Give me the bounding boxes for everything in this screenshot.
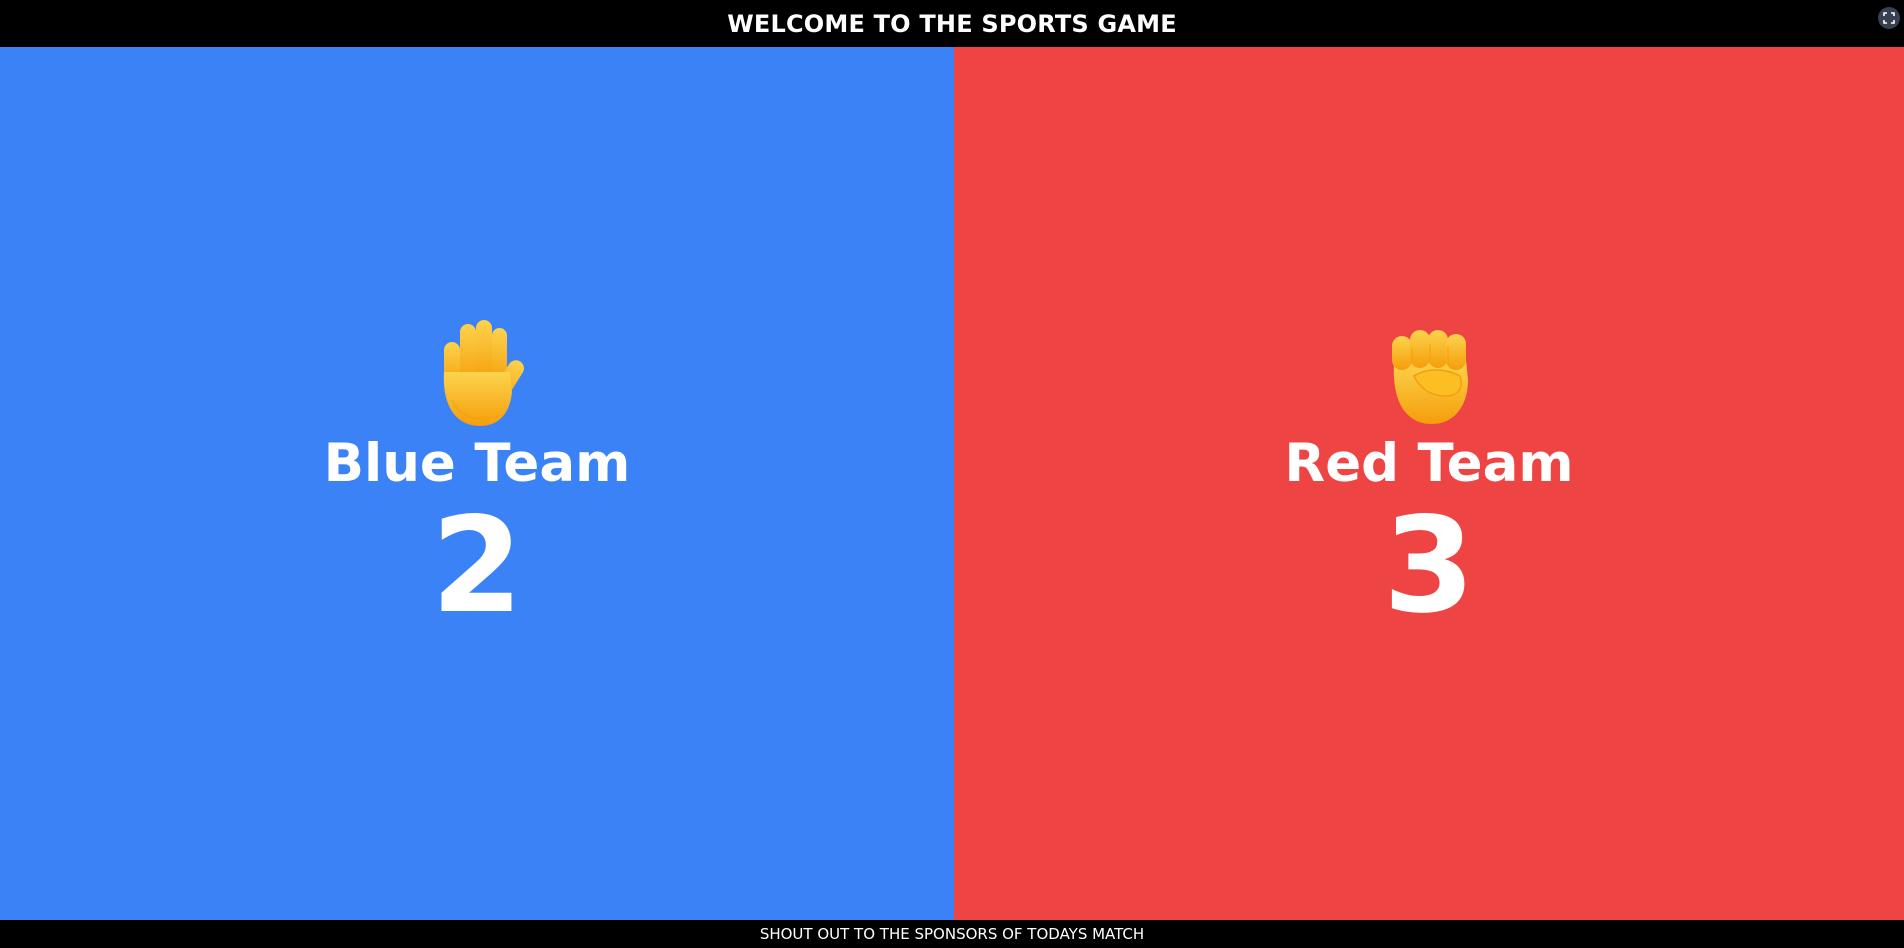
team-panels: Blue Team 2 Red Team 3 [0,47,1904,920]
team-name: Red Team [1284,432,1574,494]
scoreboard-page: WELCOME TO THE SPORTS GAME Blue Team 2 R… [0,0,1904,948]
fullscreen-button[interactable] [1878,7,1900,29]
fullscreen-icon [1883,12,1895,24]
page-title: WELCOME TO THE SPORTS GAME [727,9,1177,38]
blue-team-panel[interactable]: Blue Team 2 [0,47,954,920]
red-team-panel[interactable]: Red Team 3 [954,47,1904,920]
sponsor-text: SHOUT OUT TO THE SPONSORS OF TODAYS MATC… [759,925,1145,943]
team-name: Blue Team [323,432,631,494]
footer-bar: SHOUT OUT TO THE SPONSORS OF TODAYS MATC… [0,920,1904,948]
team-score: 3 [1383,488,1475,643]
raised-hand-icon [443,319,524,426]
raised-fist-icon [1391,329,1468,424]
team-score: 2 [431,488,523,643]
header-bar: WELCOME TO THE SPORTS GAME [0,0,1904,47]
